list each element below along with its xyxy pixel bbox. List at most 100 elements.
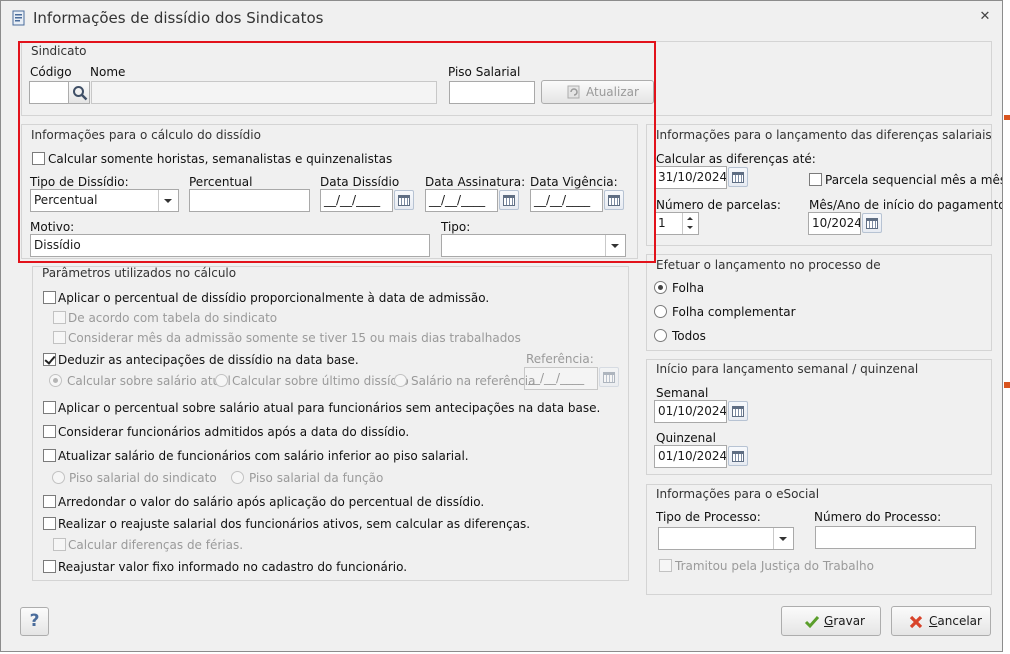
cancelar-label-rest: ancelar [937, 614, 982, 628]
spinner-arrows-icon[interactable] [682, 213, 698, 234]
radio-ultimo-dissidio[interactable] [215, 374, 228, 387]
codigo-search-button[interactable] [68, 81, 90, 104]
calendar-icon[interactable] [728, 167, 748, 187]
quinzenal-input[interactable]: 01/10/2024 [654, 445, 727, 468]
app-icon [12, 10, 25, 26]
horistas-label: Calcular somente horistas, semanalistas … [48, 152, 393, 166]
radio-piso-sindicato[interactable] [52, 471, 65, 484]
num-parcelas-input[interactable]: 1 [654, 212, 699, 235]
group-sindicato-title: Sindicato [31, 44, 87, 58]
semanal-label: Semanal [656, 386, 709, 400]
piso-salarial-label: Piso Salarial [448, 65, 521, 79]
radio-salario-atual[interactable] [49, 374, 62, 387]
reajustar-fixo-checkbox[interactable] [43, 560, 56, 573]
help-button[interactable]: ? [20, 607, 49, 636]
percentual-label: Percentual [189, 175, 253, 189]
piso-salarial-input[interactable] [449, 81, 535, 104]
numero-processo-label: Número do Processo: [814, 510, 942, 524]
percentual-input[interactable] [189, 189, 310, 212]
calendar-icon[interactable] [862, 213, 882, 233]
deduzir-checkbox[interactable] [43, 353, 56, 366]
background-edge [1004, 115, 1010, 120]
calendar-icon[interactable] [394, 190, 414, 210]
chevron-down-icon[interactable] [158, 190, 178, 211]
radio-folha-label: Folha [672, 281, 705, 295]
atualizar-piso-checkbox[interactable] [43, 449, 56, 462]
search-icon [73, 86, 88, 101]
referencia-label: Referência: [526, 352, 594, 366]
calcular-ferias-label: Calcular diferenças de férias. [68, 538, 244, 552]
tipo-processo-select[interactable] [658, 527, 794, 550]
data-dissidio-input[interactable]: __/__/____ [320, 189, 393, 212]
tramitou-label: Tramitou pela Justiça do Trabalho [675, 559, 874, 573]
parcela-sequencial-checkbox[interactable] [809, 173, 822, 186]
group-calculo-title: Informações para o cálculo do dissídio [31, 128, 261, 142]
calendar-icon[interactable] [728, 401, 748, 421]
parcela-sequencial-label: Parcela sequencial mês a mês [825, 173, 1003, 187]
help-icon: ? [29, 611, 40, 631]
dialog-window: Informações de dissídio dos Sindicatos ✕… [0, 0, 1003, 652]
calendar-icon[interactable] [728, 446, 748, 466]
tipo-dissidio-select[interactable]: Percentual [30, 189, 179, 212]
radio-piso-funcao[interactable] [231, 471, 244, 484]
radio-salario-referencia[interactable] [394, 374, 407, 387]
semanal-input[interactable]: 01/10/2024 [654, 400, 727, 423]
close-icon[interactable]: ✕ [977, 9, 993, 25]
cancel-x-icon [909, 615, 923, 629]
atualizar-label: Atualizar [586, 85, 639, 99]
mes-ano-input[interactable]: 10/2024 [808, 212, 861, 235]
data-assinatura-label: Data Assinatura: [425, 175, 526, 189]
tramitou-checkbox[interactable] [659, 559, 672, 572]
mes-ano-label: Mês/Ano de início do pagamento: [809, 198, 1003, 212]
window-title: Informações de dissídio dos Sindicatos [33, 9, 324, 27]
tipo-label: Tipo: [441, 220, 471, 234]
considerar-admitidos-checkbox[interactable] [43, 425, 56, 438]
radio-todos[interactable] [654, 329, 667, 342]
aplicar-sem-antecipacoes-checkbox[interactable] [43, 401, 56, 414]
considerar-admitidos-label: Considerar funcionários admitidos após a… [58, 425, 410, 439]
chevron-down-icon[interactable] [605, 235, 625, 256]
numero-processo-input[interactable] [815, 526, 976, 549]
radio-piso-sindicato-label: Piso salarial do sindicato [69, 471, 217, 485]
codigo-label: Código [30, 65, 72, 79]
group-parametros-title: Parâmetros utilizados no cálculo [42, 266, 237, 280]
quinzenal-label: Quinzenal [656, 431, 716, 445]
calendar-icon[interactable] [499, 190, 519, 210]
radio-ultimo-dissidio-label: Calcular sobre último dissídio [232, 374, 409, 388]
motivo-input[interactable]: Dissídio [30, 234, 430, 257]
aplicar-proporcional-checkbox[interactable] [43, 291, 56, 304]
horistas-checkbox[interactable] [32, 152, 45, 165]
data-assinatura-input[interactable]: __/__/____ [425, 189, 498, 212]
codigo-input[interactable] [29, 81, 69, 104]
cancelar-button[interactable]: Cancelar [891, 606, 991, 636]
calcular-ate-input[interactable]: 31/10/2024 [654, 166, 727, 189]
tipo-dissidio-label: Tipo de Dissídio: [30, 175, 129, 189]
aplicar-sem-antecipacoes-label: Aplicar o percentual sobre salário atual… [58, 401, 601, 415]
reajustar-fixo-label: Reajustar valor fixo informado no cadast… [58, 560, 408, 574]
arredondar-label: Arredondar o valor do salário após aplic… [58, 495, 485, 509]
arredondar-checkbox[interactable] [43, 495, 56, 508]
num-parcelas-value: 1 [658, 216, 666, 230]
group-processo-title: Efetuar o lançamento no processo de [656, 258, 881, 272]
atualizar-piso-label: Atualizar salário de funcionários com sa… [58, 449, 469, 463]
considerar-mes-checkbox[interactable] [53, 331, 66, 344]
atualizar-button[interactable]: Atualizar [541, 80, 654, 104]
radio-todos-label: Todos [672, 329, 706, 343]
radio-folha[interactable] [654, 281, 667, 294]
chevron-down-icon[interactable] [773, 528, 793, 549]
radio-folha-complementar[interactable] [654, 305, 667, 318]
realizar-reajuste-checkbox[interactable] [43, 517, 56, 530]
tipo-select[interactable] [441, 234, 626, 257]
calendar-icon[interactable] [604, 190, 624, 210]
tabela-sindicato-checkbox[interactable] [53, 311, 66, 324]
group-lancamento-title: Informações para o lançamento das difere… [656, 128, 992, 142]
group-semanal-title: Início para lançamento semanal / quinzen… [656, 362, 919, 376]
aplicar-proporcional-label: Aplicar o percentual de dissídio proporc… [58, 291, 490, 305]
gravar-button[interactable]: Gravar [781, 606, 881, 636]
calcular-ferias-checkbox[interactable] [53, 538, 66, 551]
nome-input [91, 81, 437, 104]
nome-label: Nome [90, 65, 126, 79]
tabela-sindicato-label: De acordo com tabela do sindicato [68, 311, 278, 325]
realizar-reajuste-label: Realizar o reajuste salarial dos funcion… [58, 517, 531, 531]
data-vigencia-input[interactable]: __/__/____ [530, 189, 603, 212]
